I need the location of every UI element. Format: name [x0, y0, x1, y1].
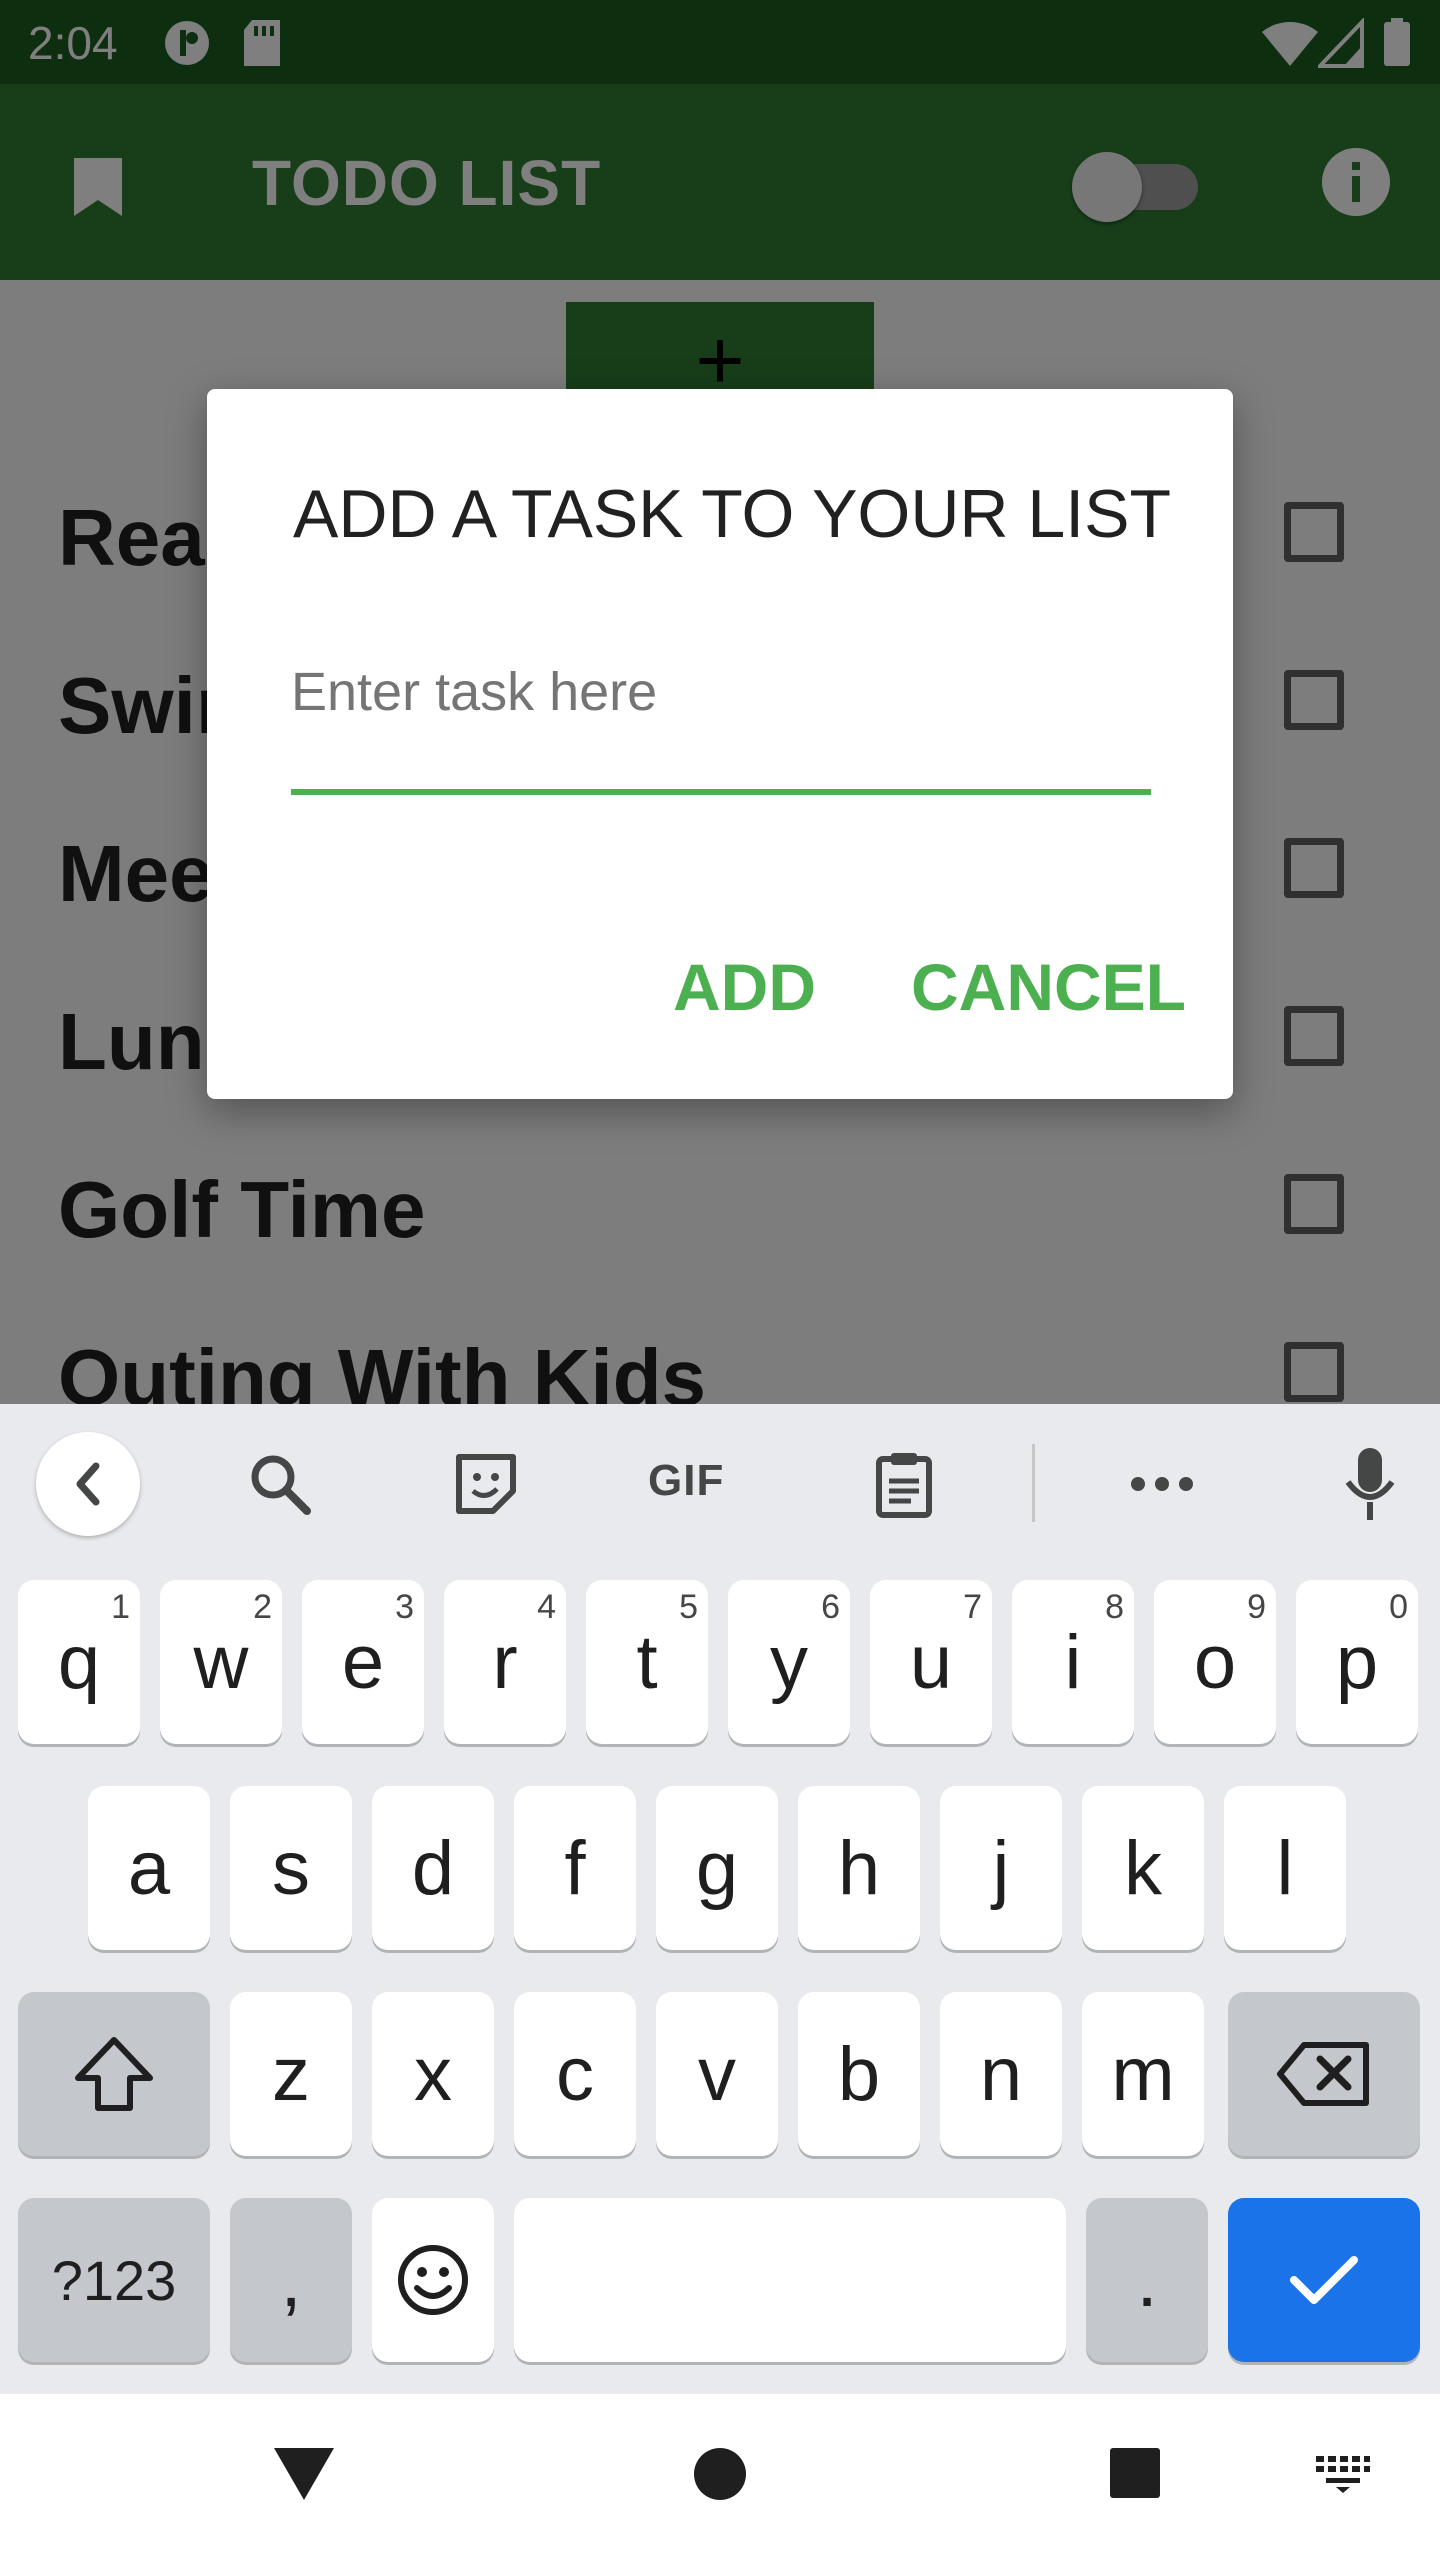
key-o[interactable]: o9 — [1154, 1580, 1276, 1744]
key-m[interactable]: m — [1082, 1992, 1204, 2156]
keyboard-toolbar: GIF — [0, 1404, 1440, 1560]
backspace-key[interactable] — [1228, 1992, 1420, 2156]
key-d[interactable]: d — [372, 1786, 494, 1950]
task-input-underline — [291, 789, 1151, 795]
key-y[interactable]: y6 — [728, 1580, 850, 1744]
key-e[interactable]: e3 — [302, 1580, 424, 1744]
backspace-icon — [1277, 2042, 1369, 2106]
emoji-key[interactable] — [372, 2198, 494, 2362]
cancel-button[interactable]: CANCEL — [911, 949, 1186, 1025]
key-f[interactable]: f — [514, 1786, 636, 1950]
key-p[interactable]: p0 — [1296, 1580, 1418, 1744]
shift-icon — [75, 2037, 153, 2111]
key-x[interactable]: x — [372, 1992, 494, 2156]
key-n[interactable]: n — [940, 1992, 1062, 2156]
key-q[interactable]: q1 — [18, 1580, 140, 1744]
add-task-dialog: ADD A TASK TO YOUR LIST ADD CANCEL — [207, 389, 1233, 1099]
key-u[interactable]: u7 — [870, 1580, 992, 1744]
add-button[interactable]: ADD — [673, 949, 816, 1025]
shift-key[interactable] — [18, 1992, 210, 2156]
key-a[interactable]: a — [88, 1786, 210, 1950]
chevron-left-icon — [76, 1462, 100, 1506]
key-z[interactable]: z — [230, 1992, 352, 2156]
dialog-title: ADD A TASK TO YOUR LIST — [293, 476, 1172, 552]
check-icon — [1290, 2256, 1358, 2304]
toolbar-divider — [1032, 1444, 1035, 1522]
search-icon[interactable] — [240, 1444, 320, 1524]
key-v[interactable]: v — [656, 1992, 778, 2156]
mic-icon[interactable] — [1330, 1444, 1410, 1524]
key-l[interactable]: l — [1224, 1786, 1346, 1950]
key-s[interactable]: s — [230, 1786, 352, 1950]
nav-home-icon[interactable] — [692, 2446, 748, 2502]
key-r[interactable]: r4 — [444, 1580, 566, 1744]
key-t[interactable]: t5 — [586, 1580, 708, 1744]
more-icon[interactable] — [1122, 1444, 1202, 1524]
symbols-key[interactable]: ?123 — [18, 2198, 210, 2362]
space-key[interactable] — [514, 2198, 1066, 2362]
soft-keyboard: GIF q1 w2 e3 r4 t5 y6 u7 i8 o9 p0 a s d … — [0, 1404, 1440, 2394]
period-key[interactable]: . — [1086, 2198, 1208, 2362]
toolbar-back-button[interactable] — [36, 1432, 140, 1536]
system-nav-bar — [0, 2394, 1440, 2560]
task-input[interactable] — [291, 657, 1151, 727]
key-j[interactable]: j — [940, 1786, 1062, 1950]
key-k[interactable]: k — [1082, 1786, 1204, 1950]
keyboard-switch-icon[interactable] — [1314, 2454, 1372, 2494]
key-b[interactable]: b — [798, 1992, 920, 2156]
key-i[interactable]: i8 — [1012, 1580, 1134, 1744]
key-g[interactable]: g — [656, 1786, 778, 1950]
key-w[interactable]: w2 — [160, 1580, 282, 1744]
clipboard-icon[interactable] — [864, 1444, 944, 1524]
nav-back-icon[interactable] — [272, 2446, 336, 2502]
gif-button[interactable]: GIF — [648, 1456, 724, 1506]
key-h[interactable]: h — [798, 1786, 920, 1950]
emoji-icon — [398, 2245, 468, 2315]
nav-recents-icon[interactable] — [1108, 2446, 1162, 2500]
done-key[interactable] — [1228, 2198, 1420, 2362]
sticker-icon[interactable] — [446, 1444, 526, 1524]
key-c[interactable]: c — [514, 1992, 636, 2156]
comma-key[interactable]: , — [230, 2198, 352, 2362]
